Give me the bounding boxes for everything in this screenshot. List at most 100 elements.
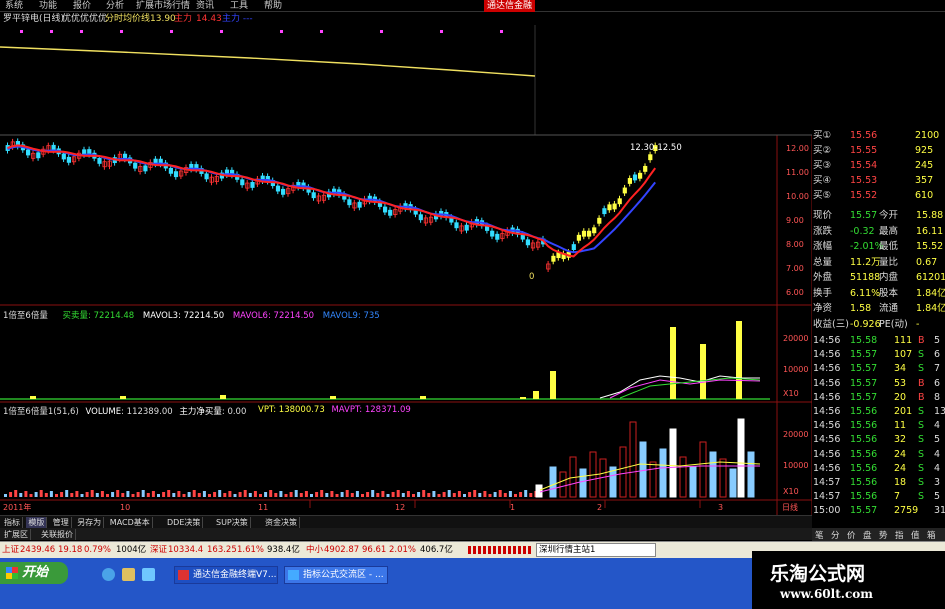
side-icon-2[interactable]: 价 xyxy=(847,529,856,541)
sz-change: 163.25 xyxy=(207,545,237,555)
stat-value: 15.52 xyxy=(916,241,944,252)
vol-panel-2-legend: 1倍至6倍量1(51,6) VOLUME: 112389.00 主力净买量: 0… xyxy=(3,407,247,417)
side-icon-4[interactable]: 势 xyxy=(879,529,888,541)
candle xyxy=(173,171,179,178)
vol2-bar xyxy=(100,491,104,497)
side-icon-3[interactable]: 盘 xyxy=(863,529,872,541)
vol2-bar xyxy=(503,493,507,497)
side-icon-1[interactable]: 分 xyxy=(831,529,840,541)
tab-1[interactable]: 模版 xyxy=(26,517,48,528)
tab-4[interactable]: MACD基本 xyxy=(108,517,153,528)
tab-7[interactable]: 资金决策 xyxy=(263,517,300,528)
vol2-bar xyxy=(437,494,441,497)
watermark-banner: 乐淘公式网 www.60lt.com xyxy=(752,551,945,609)
low-annotation: 0 xyxy=(529,272,535,282)
vol2-bar xyxy=(447,490,451,497)
vol2-bar xyxy=(49,491,53,497)
bid-row: 买① 15.56 2100 xyxy=(812,129,945,143)
side-icon-6[interactable]: 值 xyxy=(911,529,920,541)
vol2-bar xyxy=(116,490,120,497)
vol2-bar xyxy=(649,461,657,498)
tab-5[interactable]: DDE决策 xyxy=(165,517,204,528)
sz-value: 10334.4 xyxy=(168,545,204,555)
tick-price: 15.56 xyxy=(850,462,878,474)
signal-dot xyxy=(320,30,323,33)
candle xyxy=(25,149,31,156)
vol2-bar xyxy=(4,494,7,497)
candle xyxy=(143,165,148,172)
price-tick-label: 11.00 xyxy=(786,168,809,177)
bid-price: 15.55 xyxy=(850,145,878,156)
vol2-bar xyxy=(463,494,466,497)
stat-value: 1.58 xyxy=(850,303,872,314)
start-button[interactable]: 开始 xyxy=(0,562,68,584)
vol2-bar xyxy=(422,490,426,497)
zx-change: 96.61 xyxy=(362,545,387,555)
zx-amount: 406.7亿 xyxy=(420,545,453,555)
taskbar-item-forum[interactable]: 指标公式交流区 - ... xyxy=(284,566,388,584)
bid-volume: 610 xyxy=(915,190,934,201)
tab-6[interactable]: SUP决策 xyxy=(214,517,251,528)
stat-value: 51188 xyxy=(850,272,881,283)
stock-chart[interactable]: 12.0011.0010.009.008.007.006.00200001000… xyxy=(0,0,945,515)
vol2-bar xyxy=(121,493,125,497)
news-ticker[interactable]: 深圳行情主站1 xyxy=(536,543,656,557)
vol2-bar xyxy=(737,418,745,498)
tab-2[interactable]: 管理 xyxy=(51,517,72,528)
taskbar-item-tdx[interactable]: 通达信金融终端V7... xyxy=(174,566,278,584)
tick-price: 15.57 xyxy=(850,505,878,517)
vol1-item-value: 72214.48 xyxy=(93,311,135,321)
stat-label: 净资 xyxy=(813,303,833,314)
quote-panel: 买① 15.56 2100 买② 15.55 925 买③ 15.54 245 买④ 15.53 35… xyxy=(812,130,945,517)
vol2-bar xyxy=(304,491,308,497)
tick-count: 4 xyxy=(934,420,941,432)
bid-price: 15.53 xyxy=(850,175,878,186)
bid-label: 买③ xyxy=(813,160,832,171)
vol2-tick-label: 10000 xyxy=(783,461,808,470)
tick-count: 6 xyxy=(934,349,941,361)
signal-dot xyxy=(80,30,83,33)
vol2-bar xyxy=(192,490,196,497)
folder-icon[interactable] xyxy=(122,568,135,581)
vol2-bar xyxy=(442,492,446,497)
vol2-bar xyxy=(29,494,33,497)
vol2-bar xyxy=(279,491,283,497)
side-icon-0[interactable]: 笔 xyxy=(815,529,824,541)
candle xyxy=(490,230,495,237)
mavol9-label: MAVOL9 xyxy=(322,311,358,321)
taskbar-item-tdx-label: 通达信金融终端V7... xyxy=(193,570,277,580)
signal-dot xyxy=(170,30,173,33)
ext-tab-0[interactable]: 扩展区 xyxy=(2,529,31,540)
tick-direction: S xyxy=(918,491,925,503)
vol2-bar xyxy=(549,466,557,498)
tab-0[interactable]: 指标 xyxy=(2,517,23,528)
vol2-bar xyxy=(619,446,627,498)
vol2-bar xyxy=(669,428,677,498)
vol2-bar xyxy=(9,492,13,497)
desktop-icon[interactable] xyxy=(142,568,155,581)
tab-3[interactable]: 另存为 xyxy=(75,517,105,528)
tick-price: 15.56 xyxy=(850,406,878,417)
tick-direction: B xyxy=(918,335,925,346)
side-icon-5[interactable]: 指 xyxy=(895,529,904,541)
candle xyxy=(602,208,607,215)
candle xyxy=(418,214,423,221)
browser-icon[interactable] xyxy=(102,568,115,581)
ext-tab-1[interactable]: 关联报价 xyxy=(39,529,76,540)
stat-label: 涨跌 xyxy=(813,225,833,237)
zx-value: 4902.87 xyxy=(324,545,360,555)
vol1-bar xyxy=(550,371,556,399)
signal-dot xyxy=(50,30,53,33)
tick-count: 3 xyxy=(934,477,941,488)
start-label: 开始 xyxy=(22,565,49,580)
stat-value: 6.11% xyxy=(850,287,881,299)
vol2-bar xyxy=(274,493,278,497)
bid-price: 15.54 xyxy=(850,160,878,171)
bid-row: 买⑤ 15.52 610 xyxy=(812,189,945,203)
vol2-bar xyxy=(427,493,431,497)
tick-price: 15.56 xyxy=(850,434,878,446)
candle xyxy=(612,203,617,210)
candle xyxy=(495,233,500,240)
side-icon-7[interactable]: 箱 xyxy=(927,529,936,541)
tick-direction: B xyxy=(918,377,925,389)
